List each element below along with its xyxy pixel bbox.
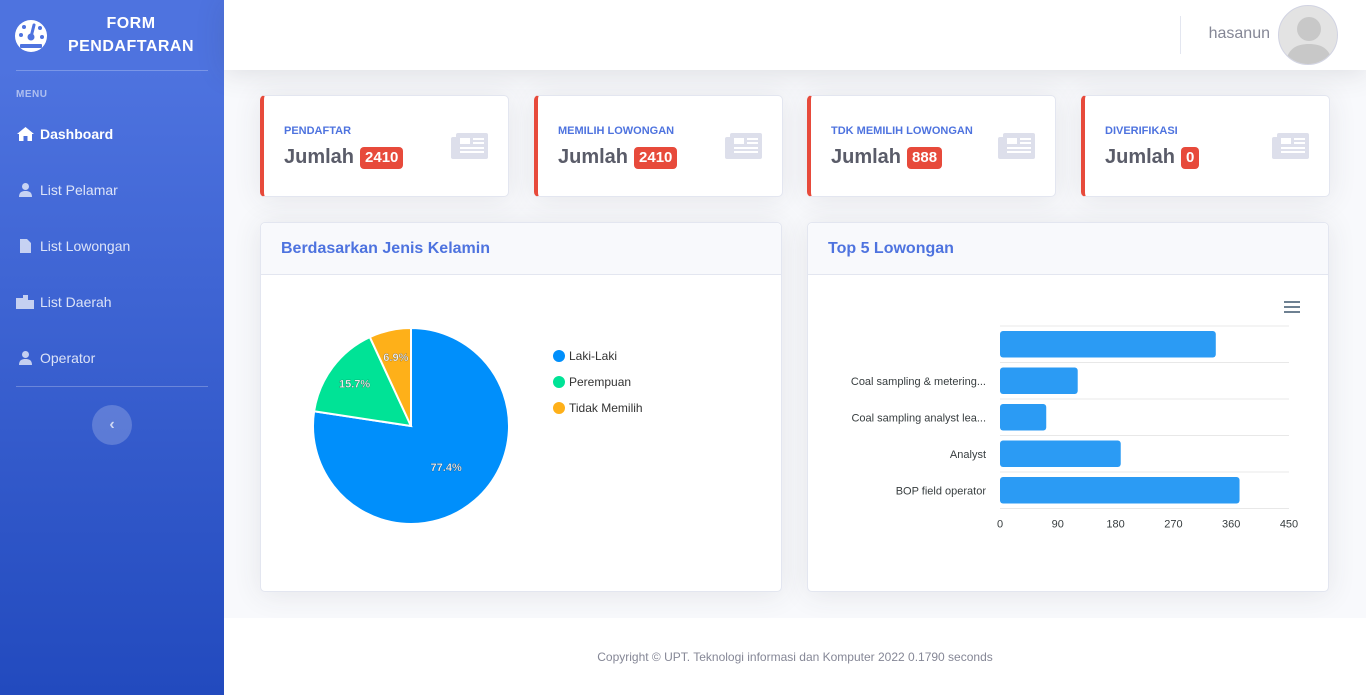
bar[interactable]: [1000, 404, 1047, 431]
newspaper-icon: [725, 133, 762, 159]
stat-label: TDK MEMILIH LOWONGAN: [831, 125, 973, 137]
pie-data-label: 15.7%: [339, 379, 370, 391]
sidebar-divider: [16, 386, 208, 387]
category-label: BOP field operator: [896, 485, 987, 497]
pie-data-label: 6.9%: [383, 352, 408, 364]
stat-label: PENDAFTAR: [284, 125, 352, 137]
stat-value: Jumlah 2410: [284, 146, 404, 169]
chevron-left-icon: ‹: [109, 416, 115, 433]
x-tick-label: 270: [1164, 519, 1182, 531]
stat-card-memilih-lowongan: MEMILIH LOWONGAN Jumlah 2410: [534, 95, 783, 197]
dashboard-gauge-icon: [15, 19, 47, 52]
top5-chart-panel: Top 5 Lowongan Coal sampling & metering.…: [807, 222, 1329, 592]
sidebar-item-label: Dashboard: [40, 126, 114, 142]
pie-chart: 77.4% 15.7% 6.9%: [312, 326, 510, 525]
user-avatar-icon: [1285, 17, 1333, 64]
newspaper-icon: [451, 133, 488, 159]
brand-title-line1: FORM: [106, 15, 156, 32]
topbar: hasanun: [224, 0, 1366, 70]
building-icon: [16, 295, 34, 309]
user-icon: [16, 351, 34, 365]
sidebar-item-label: List Pelamar: [40, 182, 118, 198]
legend-label: Tidak Memilih: [569, 401, 643, 415]
brand[interactable]: FORM PENDAFTARAN: [0, 0, 224, 70]
brand-title-line2: PENDAFTARAN: [67, 38, 195, 55]
sidebar-item-list-lowongan[interactable]: List Lowongan: [0, 218, 224, 274]
x-tick-label: 90: [1052, 519, 1064, 531]
x-tick-label: 180: [1106, 519, 1124, 531]
copyright-text: Copyright © UPT. Teknologi informasi dan…: [597, 649, 993, 664]
stat-card-diverifikasi: DIVERIFIKASI Jumlah 0: [1081, 95, 1330, 197]
avatar[interactable]: [1278, 5, 1338, 65]
sidebar-item-list-daerah[interactable]: List Daerah: [0, 274, 224, 330]
file-icon: [16, 239, 34, 253]
legend-marker: [553, 350, 565, 362]
pie-data-label: 77.4%: [431, 462, 462, 474]
gender-chart-panel: Berdasarkan Jenis Kelamin 77.4% 15.7% 6.9%…: [260, 222, 782, 592]
stat-card-pendaftar: PENDAFTAR Jumlah 2410: [260, 95, 509, 197]
legend-marker: [553, 402, 565, 414]
sidebar-item-label: List Lowongan: [40, 238, 131, 254]
stat-text: Jumlah: [284, 146, 355, 168]
legend-item[interactable]: Perempuan: [553, 375, 631, 389]
legend-item[interactable]: Tidak Memilih: [553, 401, 643, 415]
legend-label: Perempuan: [569, 375, 632, 389]
count-badge: 2410: [360, 146, 404, 169]
stat-label: MEMILIH LOWONGAN: [558, 125, 675, 137]
stat-label: DIVERIFIKASI: [1105, 125, 1178, 137]
category-label: Coal sampling & metering...: [851, 376, 986, 388]
footer: Copyright © UPT. Teknologi informasi dan…: [224, 618, 1366, 695]
category-label: Analyst: [950, 449, 986, 461]
home-icon: [16, 127, 34, 141]
sidebar-heading: MENU: [16, 89, 48, 100]
bar-chart: Coal sampling & metering... Coal sampling…: [851, 325, 1298, 531]
legend-marker: [553, 376, 565, 388]
sidebar-item-label: List Daerah: [40, 294, 112, 310]
x-tick-label: 360: [1222, 519, 1240, 531]
newspaper-icon: [1272, 133, 1309, 159]
x-tick-label: 0: [997, 519, 1003, 531]
newspaper-icon: [998, 133, 1035, 159]
category-label: Coal sampling analyst lea...: [851, 412, 986, 424]
bar[interactable]: [1000, 367, 1078, 395]
count-badge: 2410: [634, 146, 678, 169]
sidebar-item-label: Operator: [40, 350, 96, 366]
username[interactable]: hasanun: [1209, 25, 1270, 43]
legend-label: Laki-Laki: [569, 349, 618, 363]
stat-value: Jumlah 2410: [558, 146, 678, 169]
legend-item[interactable]: Laki-Laki: [553, 349, 617, 363]
stat-value: Jumlah 888: [831, 146, 943, 169]
x-tick-label: 450: [1280, 519, 1298, 531]
bar[interactable]: [1000, 440, 1121, 468]
topbar-divider: [1180, 16, 1181, 54]
stat-text: Jumlah: [831, 146, 902, 168]
stat-value: Jumlah 0: [1105, 146, 1200, 169]
sidebar-item-operator[interactable]: Operator: [0, 330, 224, 386]
sidebar-item-list-pelamar[interactable]: List Pelamar: [0, 162, 224, 218]
sidebar-item-dashboard[interactable]: Dashboard: [0, 106, 224, 162]
count-badge: 0: [1181, 146, 1200, 169]
count-badge: 888: [907, 146, 943, 169]
stat-card-tdk-memilih-lowongan: TDK MEMILIH LOWONGAN Jumlah 888: [807, 95, 1056, 197]
sidebar-toggle-button[interactable]: ‹: [92, 405, 132, 445]
bar[interactable]: [1000, 477, 1240, 504]
user-icon: [16, 183, 34, 197]
sidebar: FORM PENDAFTARAN MENU Dashboard List Pel…: [0, 0, 224, 695]
brand-title: FORM PENDAFTARAN: [50, 12, 212, 58]
stat-text: Jumlah: [1105, 146, 1176, 168]
stat-text: Jumlah: [558, 146, 629, 168]
panel-title: Top 5 Lowongan: [808, 223, 1328, 275]
panel-title: Berdasarkan Jenis Kelamin: [261, 223, 781, 275]
bar[interactable]: [1000, 331, 1216, 358]
